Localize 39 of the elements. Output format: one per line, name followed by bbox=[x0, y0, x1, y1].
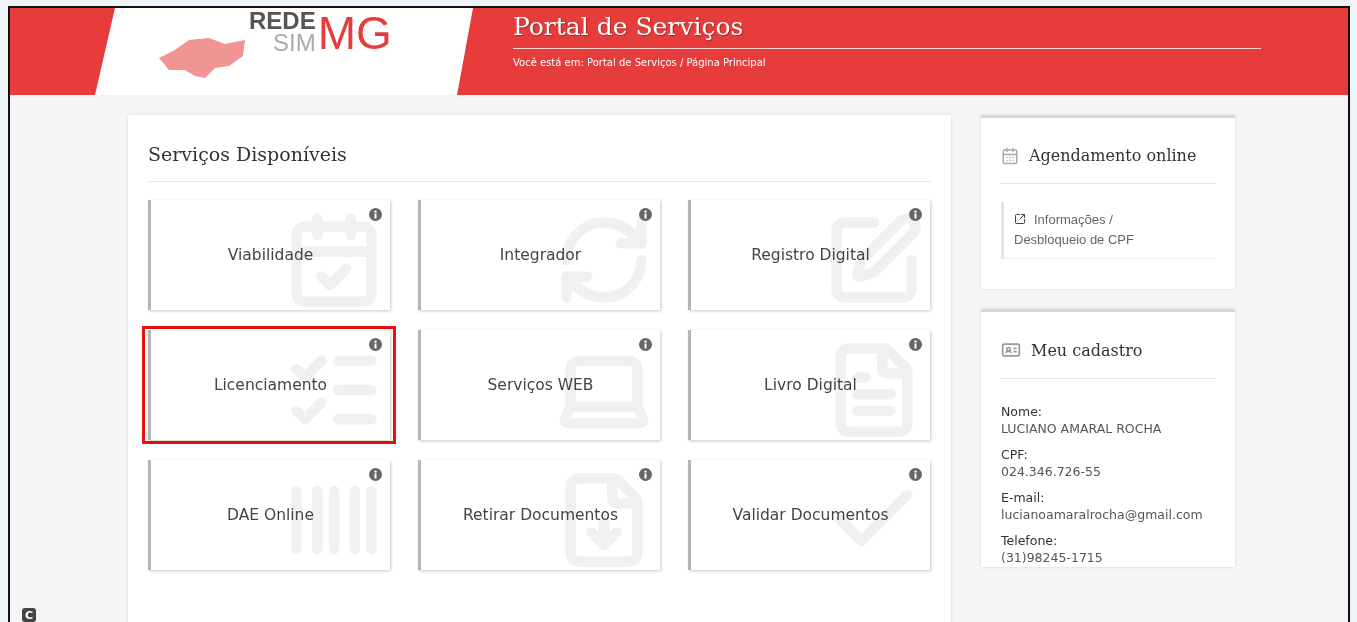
service-tile[interactable]: Registro Digital bbox=[688, 200, 930, 310]
info-icon[interactable] bbox=[369, 468, 382, 481]
external-link-icon bbox=[1014, 213, 1026, 225]
info-icon[interactable] bbox=[369, 208, 382, 221]
info-icon[interactable] bbox=[639, 468, 652, 481]
page-title: Portal de Serviços bbox=[513, 10, 1261, 49]
service-tile[interactable]: Integrador bbox=[418, 200, 660, 310]
id-card-icon bbox=[1001, 340, 1021, 360]
card-title: Agendamento online bbox=[1029, 146, 1197, 165]
service-tile[interactable]: Licenciamento bbox=[148, 330, 390, 440]
service-tile[interactable]: Livro Digital bbox=[688, 330, 930, 440]
section-heading: Serviços Disponíveis bbox=[148, 143, 931, 182]
field-label: CPF: bbox=[1001, 446, 1029, 463]
logo-text: MG bbox=[317, 10, 392, 56]
service-tile[interactable]: Serviços WEB bbox=[418, 330, 660, 440]
field-label: Telefone: bbox=[1001, 532, 1059, 549]
info-icon[interactable] bbox=[909, 468, 922, 481]
field-value: lucianoamaralrocha@gmail.com bbox=[1001, 506, 1204, 524]
corner-badge: C bbox=[22, 608, 36, 622]
info-icon[interactable] bbox=[639, 338, 652, 351]
info-icon[interactable] bbox=[369, 338, 382, 351]
field-value: (31)98245-1715 bbox=[1001, 549, 1104, 567]
service-tile[interactable]: Viabilidade bbox=[148, 200, 390, 310]
field-label: Nome: bbox=[1001, 403, 1044, 420]
info-icon[interactable] bbox=[909, 338, 922, 351]
unlock-cpf-link[interactable]: Informações / Desbloqueio de CPF bbox=[1014, 210, 1164, 250]
service-tile[interactable]: Retirar Documentos bbox=[418, 460, 660, 570]
field-label: E-mail: bbox=[1001, 489, 1046, 506]
card-title: Meu cadastro bbox=[1031, 340, 1143, 360]
field-value: LUCIANO AMARAL ROCHA bbox=[1001, 420, 1163, 438]
service-tile[interactable]: DAE Online bbox=[148, 460, 390, 570]
service-tile[interactable]: Validar Documentos bbox=[688, 460, 930, 570]
info-icon[interactable] bbox=[639, 208, 652, 221]
breadcrumb: Você está em: Portal de Serviços / Página Principal bbox=[513, 57, 767, 68]
calendar-icon bbox=[1001, 146, 1019, 165]
logo-text: REDE bbox=[249, 10, 316, 32]
field-value: 024.346.726-55 bbox=[1001, 463, 1102, 481]
logo-text: SIM bbox=[273, 32, 316, 54]
info-icon[interactable] bbox=[909, 208, 922, 221]
